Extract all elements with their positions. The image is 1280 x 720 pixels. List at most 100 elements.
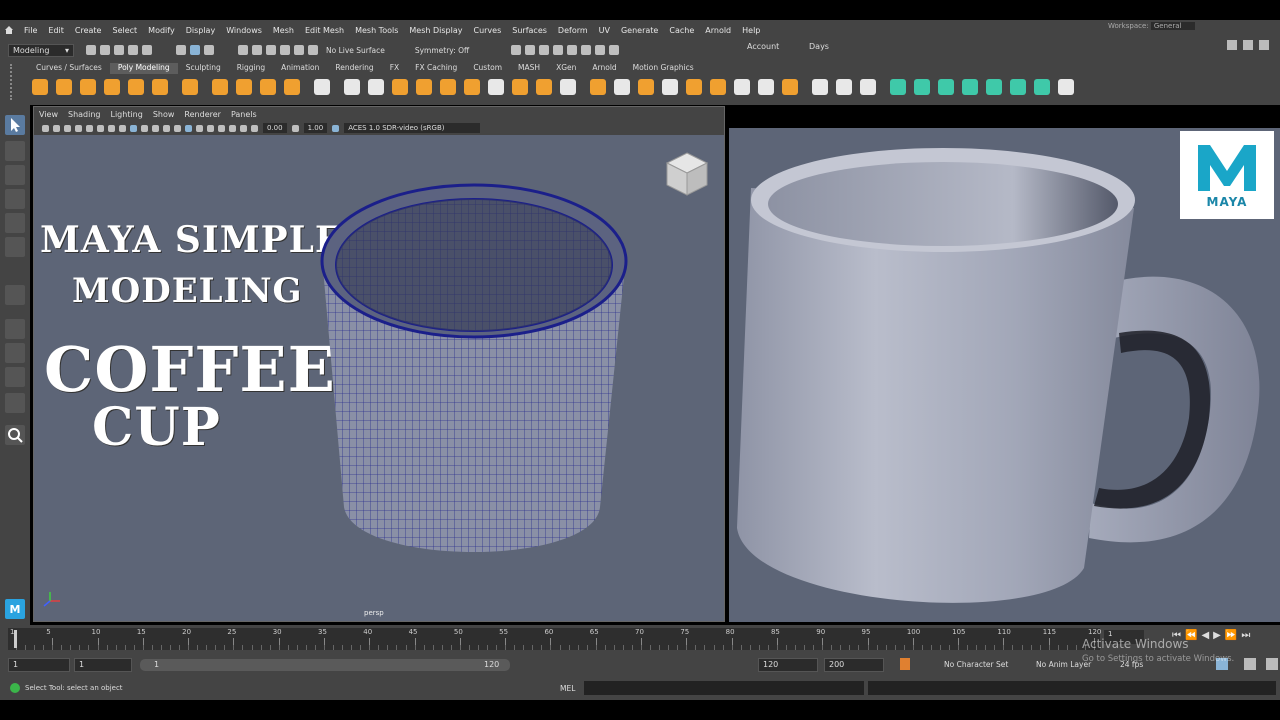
tab-curves-surfaces[interactable]: Curves / Surfaces xyxy=(28,63,110,74)
tab-mash[interactable]: MASH xyxy=(510,63,548,74)
viewport-menu-view[interactable]: View xyxy=(39,110,58,119)
layout-icon[interactable] xyxy=(1227,40,1237,50)
wedge-icon[interactable] xyxy=(686,79,702,95)
sweep-mesh-icon[interactable] xyxy=(236,79,252,95)
account-button[interactable]: Account xyxy=(747,42,779,51)
poly-torus-icon[interactable] xyxy=(128,79,144,95)
play-forwards-icon[interactable]: ▶ xyxy=(1213,630,1221,641)
tab-custom[interactable]: Custom xyxy=(465,63,510,74)
symmetry-label[interactable]: Symmetry: Off xyxy=(415,46,469,55)
hypershade-icon[interactable] xyxy=(567,45,578,55)
play-backwards-icon[interactable]: ◀ xyxy=(1201,630,1209,641)
bevel-icon[interactable] xyxy=(638,79,654,95)
tab-rendering[interactable]: Rendering xyxy=(327,63,381,74)
snap-surface-icon[interactable] xyxy=(294,45,304,55)
menu-generate[interactable]: Generate xyxy=(621,26,658,35)
uv-editor-icon[interactable] xyxy=(314,79,330,95)
new-scene-icon[interactable] xyxy=(86,45,96,55)
mode-dropdown[interactable]: Modeling ▾ xyxy=(8,43,74,57)
workspace-value[interactable]: General xyxy=(1150,22,1196,30)
last-tool-icon[interactable] xyxy=(5,285,25,305)
viewport-menu-shading[interactable]: Shading xyxy=(68,110,101,119)
menu-edit-mesh[interactable]: Edit Mesh xyxy=(305,26,344,35)
channel-box-icon[interactable] xyxy=(1243,40,1253,50)
live-surface-label[interactable]: No Live Surface xyxy=(326,46,385,55)
exposure-value[interactable]: 0.00 xyxy=(263,123,287,133)
viewport-menu-panels[interactable]: Panels xyxy=(231,110,257,119)
current-time-indicator[interactable] xyxy=(14,630,17,648)
gamma-value[interactable]: 1.00 xyxy=(303,123,328,133)
menu-select[interactable]: Select xyxy=(112,26,137,35)
arnold-render-icon[interactable] xyxy=(581,45,592,55)
select-object-icon[interactable] xyxy=(190,45,200,55)
chamfer-icon[interactable] xyxy=(710,79,726,95)
bridge-icon[interactable] xyxy=(614,79,630,95)
command-input[interactable] xyxy=(584,681,864,695)
menu-file[interactable]: File xyxy=(24,26,37,35)
zoom-icon[interactable] xyxy=(5,425,25,445)
move-tool-icon[interactable] xyxy=(5,189,25,209)
outliner-icon[interactable] xyxy=(5,393,25,413)
attribute-editor-icon[interactable] xyxy=(1259,40,1269,50)
type-text-icon[interactable] xyxy=(260,79,276,95)
depth-of-field-icon[interactable] xyxy=(196,124,203,132)
single-pane-icon[interactable] xyxy=(5,319,25,339)
menu-mesh-display[interactable]: Mesh Display xyxy=(409,26,462,35)
pause-icon[interactable] xyxy=(609,45,620,55)
render-view-icon[interactable] xyxy=(511,45,522,55)
retopo-icon[interactable] xyxy=(536,79,552,95)
menu-display[interactable]: Display xyxy=(186,26,216,35)
soften-edge-icon[interactable] xyxy=(914,79,930,95)
target-weld-icon[interactable] xyxy=(860,79,876,95)
smooth-icon[interactable] xyxy=(416,79,432,95)
viewport-menu-show[interactable]: Show xyxy=(153,110,175,119)
undo-icon[interactable] xyxy=(128,45,138,55)
colorspace-dropdown[interactable]: ACES 1.0 SDR-video (sRGB) xyxy=(344,123,481,133)
viewport-menu-renderer[interactable]: Renderer xyxy=(184,110,221,119)
render-frame-icon[interactable] xyxy=(525,45,536,55)
transfer-attributes-icon[interactable] xyxy=(986,79,1002,95)
timeline-track[interactable]: 1 5 10 15 20 25 30 35 40 45 50 55 60 65 70 75 80 85 90 95 10… xyxy=(8,628,1101,650)
wireframe-cup[interactable] xyxy=(314,177,634,567)
fill-hole-icon[interactable] xyxy=(560,79,576,95)
select-component-icon[interactable] xyxy=(204,45,214,55)
poly-cube-icon[interactable] xyxy=(56,79,72,95)
days-button[interactable]: Days xyxy=(809,42,829,51)
auto-key-icon[interactable] xyxy=(900,658,910,670)
isolate-select-icon[interactable] xyxy=(207,124,214,132)
snap-point-icon[interactable] xyxy=(266,45,276,55)
character-set-dropdown[interactable]: No Character Set xyxy=(944,660,1008,669)
poly-sphere-icon[interactable] xyxy=(32,79,48,95)
snap-view-icon[interactable] xyxy=(280,45,290,55)
merge-icon[interactable] xyxy=(734,79,750,95)
rotate-tool-icon[interactable] xyxy=(5,213,25,233)
resolution-gate-icon[interactable] xyxy=(97,124,104,132)
open-scene-icon[interactable] xyxy=(100,45,110,55)
lasso-tool-icon[interactable] xyxy=(5,141,25,161)
multi-cut-icon[interactable] xyxy=(812,79,828,95)
svg-icon[interactable] xyxy=(284,79,300,95)
poke-icon[interactable] xyxy=(782,79,798,95)
sound-icon[interactable] xyxy=(1244,658,1256,670)
grid-fill-icon[interactable] xyxy=(1010,79,1026,95)
render-settings-icon[interactable] xyxy=(553,45,564,55)
poly-disc-icon[interactable] xyxy=(182,79,198,95)
menu-deform[interactable]: Deform xyxy=(558,26,588,35)
save-scene-icon[interactable] xyxy=(114,45,124,55)
textured-icon[interactable] xyxy=(141,124,148,132)
camera-attributes-icon[interactable] xyxy=(53,124,60,132)
mirror-icon[interactable] xyxy=(392,79,408,95)
range-slider[interactable]: 1 120 xyxy=(140,659,510,671)
home-icon[interactable] xyxy=(4,25,14,35)
menu-cache[interactable]: Cache xyxy=(669,26,694,35)
viewport-persp-wireframe[interactable]: View Shading Lighting Show Renderer Pane… xyxy=(33,106,725,622)
menu-mesh[interactable]: Mesh xyxy=(273,26,294,35)
boolean-icon[interactable] xyxy=(440,79,456,95)
tab-fx-caching[interactable]: FX Caching xyxy=(407,63,465,74)
go-to-end-icon[interactable]: ⏭ xyxy=(1241,630,1250,641)
step-forward-key-icon[interactable]: ⏩ xyxy=(1225,630,1237,641)
poly-cylinder-icon[interactable] xyxy=(80,79,96,95)
insert-edge-loop-icon[interactable] xyxy=(836,79,852,95)
menu-create[interactable]: Create xyxy=(75,26,102,35)
xray-icon[interactable] xyxy=(218,124,225,132)
